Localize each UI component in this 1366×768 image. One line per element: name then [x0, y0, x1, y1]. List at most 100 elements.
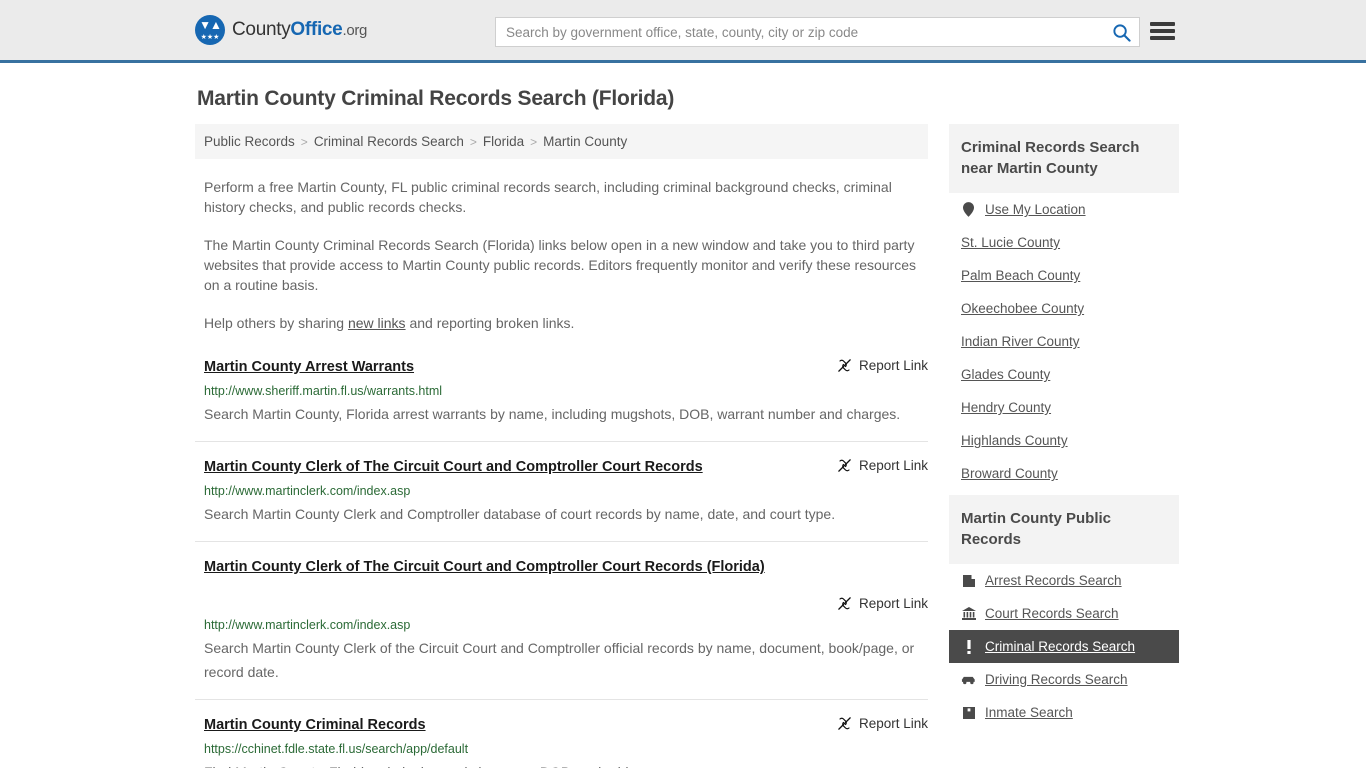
sidebar-item-driving-records[interactable]: Driving Records Search: [949, 663, 1179, 696]
county-link-palm-beach[interactable]: Palm Beach County: [961, 268, 1080, 283]
page-title: Martin County Criminal Records Search (F…: [197, 87, 675, 110]
report-link-button[interactable]: Report Link: [837, 357, 928, 373]
result-url[interactable]: https://cchinet.fdle.state.fl.us/search/…: [204, 741, 928, 758]
arrest-records-search-link[interactable]: Arrest Records Search: [985, 573, 1122, 588]
result-description: Find Martin County, Florida criminal rec…: [204, 760, 921, 768]
result-item: Martin County Criminal Records Report Li…: [195, 715, 928, 768]
sidebar-county-item[interactable]: St. Lucie County: [949, 226, 1179, 259]
sidebar-item-arrest-records[interactable]: Arrest Records Search: [949, 564, 1179, 597]
sidebar-county-item[interactable]: Indian River County: [949, 325, 1179, 358]
map-pin-icon: [961, 202, 976, 217]
sidebar-county-item[interactable]: Hendry County: [949, 391, 1179, 424]
result-url[interactable]: http://www.martinclerk.com/index.asp: [204, 483, 928, 500]
breadcrumb-item-criminal-records-search[interactable]: Criminal Records Search: [314, 134, 464, 149]
driving-records-search-link[interactable]: Driving Records Search: [985, 672, 1128, 687]
search-button[interactable]: [1103, 18, 1139, 46]
public-records-list: Arrest Records Search Court Records Sear…: [949, 564, 1179, 729]
use-my-location-link[interactable]: Use My Location: [985, 202, 1086, 217]
result-title-link[interactable]: Martin County Clerk of The Circuit Court…: [204, 457, 703, 477]
broken-link-icon: [838, 359, 851, 372]
use-my-location-item[interactable]: Use My Location: [949, 193, 1179, 226]
public-records-panel-heading: Martin County Public Records: [949, 495, 1179, 564]
report-link-label: Report Link: [858, 596, 928, 611]
sidebar-county-item[interactable]: Glades County: [949, 358, 1179, 391]
sidebar-item-criminal-records[interactable]: Criminal Records Search: [949, 630, 1179, 663]
result-item: Martin County Clerk of The Circuit Court…: [195, 457, 928, 542]
result-item: Martin County Arrest Warrants Report Lin…: [195, 357, 928, 442]
logo-wordmark: CountyOffice.org: [232, 19, 367, 41]
criminal-records-search-link[interactable]: Criminal Records Search: [985, 639, 1135, 654]
breadcrumb-separator: >: [469, 134, 477, 149]
sidebar-item-inmate-search[interactable]: Inmate Search: [949, 696, 1179, 729]
intro-paragraph-1: Perform a free Martin County, FL public …: [204, 179, 892, 215]
result-title-link[interactable]: Martin County Arrest Warrants: [204, 357, 414, 377]
exclamation-icon: [961, 639, 976, 654]
report-link-label: Report Link: [858, 358, 928, 373]
result-description: Search Martin County Clerk and Comptroll…: [204, 506, 836, 522]
logo-text-county: County: [232, 19, 291, 40]
site-header: ▼▲ ★★★ CountyOffice.org: [0, 0, 1366, 63]
result-title-link[interactable]: Martin County Criminal Records: [204, 715, 426, 735]
county-link-broward[interactable]: Broward County: [961, 466, 1058, 481]
search-bar[interactable]: [495, 17, 1140, 47]
result-description: Search Martin County, Florida arrest war…: [204, 406, 901, 422]
intro-paragraph-3-suffix: and reporting broken links.: [405, 315, 575, 331]
sidebar-item-court-records[interactable]: Court Records Search: [949, 597, 1179, 630]
breadcrumb-separator: >: [530, 134, 538, 149]
breadcrumb: Public Records > Criminal Records Search…: [195, 124, 928, 159]
logo-text-tld: .org: [342, 22, 368, 39]
broken-link-icon: [838, 717, 851, 730]
new-links-link[interactable]: new links: [348, 315, 406, 331]
report-link-button[interactable]: Report Link: [837, 457, 928, 473]
site-logo[interactable]: ▼▲ ★★★ CountyOffice.org: [195, 15, 367, 45]
car-icon: [961, 672, 976, 687]
nearby-counties-list: Use My Location St. Lucie County Palm Be…: [949, 193, 1179, 490]
report-link-button[interactable]: Report Link: [204, 595, 928, 611]
county-link-highlands[interactable]: Highlands County: [961, 433, 1068, 448]
court-records-search-link[interactable]: Court Records Search: [985, 606, 1119, 621]
sidebar-county-item[interactable]: Broward County: [949, 457, 1179, 490]
hamburger-menu-icon[interactable]: [1150, 20, 1175, 42]
result-item: Martin County Clerk of The Circuit Court…: [195, 557, 928, 700]
main-content: Public Records > Criminal Records Search…: [195, 124, 928, 768]
fingerprint-card-icon: [961, 573, 976, 588]
broken-link-icon: [838, 459, 851, 472]
report-link-label: Report Link: [858, 716, 928, 731]
page-body: Martin County Criminal Records Search (F…: [0, 87, 1366, 768]
logo-text-office: Office: [290, 19, 343, 40]
sidebar-county-item[interactable]: Highlands County: [949, 424, 1179, 457]
sidebar-county-item[interactable]: Palm Beach County: [949, 259, 1179, 292]
report-link-label: Report Link: [858, 458, 928, 473]
broken-link-icon: [838, 597, 851, 610]
county-link-okeechobee[interactable]: Okeechobee County: [961, 301, 1084, 316]
breadcrumb-item-florida[interactable]: Florida: [483, 134, 524, 149]
intro-paragraph-3: Help others by sharing new links and rep…: [204, 313, 921, 333]
sidebar: Criminal Records Search near Martin Coun…: [949, 124, 1179, 734]
county-link-st-lucie[interactable]: St. Lucie County: [961, 235, 1060, 250]
eagle-seal-icon: ▼▲ ★★★: [195, 15, 225, 45]
report-link-button[interactable]: Report Link: [837, 715, 928, 731]
search-input[interactable]: [496, 24, 1103, 40]
nearby-panel-heading: Criminal Records Search near Martin Coun…: [949, 124, 1179, 193]
county-link-glades[interactable]: Glades County: [961, 367, 1050, 382]
jail-building-icon: [961, 705, 976, 720]
result-url[interactable]: http://www.martinclerk.com/index.asp: [204, 617, 928, 634]
result-url[interactable]: http://www.sheriff.martin.fl.us/warrants…: [204, 383, 928, 400]
public-records-panel: Martin County Public Records Arrest Reco…: [949, 495, 1179, 729]
sidebar-county-item[interactable]: Okeechobee County: [949, 292, 1179, 325]
intro-paragraph-3-prefix: Help others by sharing: [204, 315, 348, 331]
county-link-hendry[interactable]: Hendry County: [961, 400, 1051, 415]
courthouse-icon: [961, 606, 976, 621]
result-title-link[interactable]: Martin County Clerk of The Circuit Court…: [204, 559, 765, 575]
breadcrumb-item-martin-county[interactable]: Martin County: [543, 134, 627, 149]
nearby-counties-panel: Criminal Records Search near Martin Coun…: [949, 124, 1179, 490]
county-link-indian-river[interactable]: Indian River County: [961, 334, 1080, 349]
intro-text: Perform a free Martin County, FL public …: [195, 177, 928, 333]
result-description: Search Martin County Clerk of the Circui…: [204, 640, 915, 680]
breadcrumb-item-public-records[interactable]: Public Records: [204, 134, 295, 149]
breadcrumb-separator: >: [300, 134, 308, 149]
search-icon: [1112, 23, 1131, 42]
results-list: Martin County Arrest Warrants Report Lin…: [195, 357, 928, 768]
intro-paragraph-2: The Martin County Criminal Records Searc…: [204, 237, 916, 293]
inmate-search-link[interactable]: Inmate Search: [985, 705, 1073, 720]
